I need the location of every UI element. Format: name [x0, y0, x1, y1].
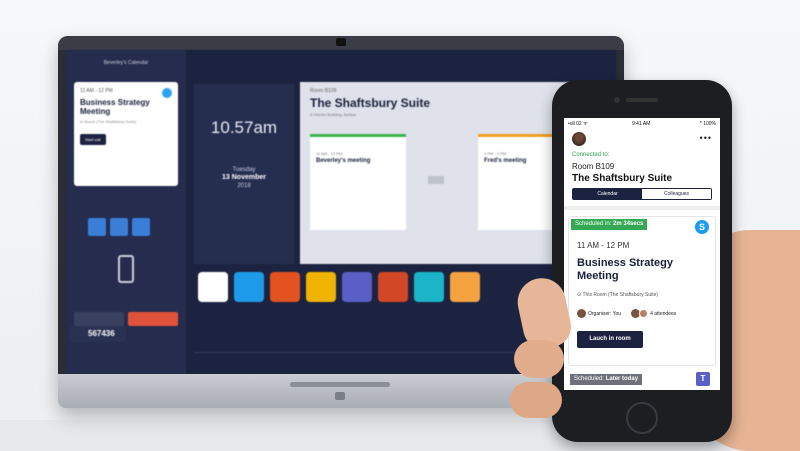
connected-label: Connected to: — [572, 152, 610, 158]
chrome-icon[interactable] — [198, 272, 228, 302]
dropbox-icon[interactable] — [88, 218, 106, 236]
tv-app-dock — [198, 272, 516, 316]
scheduled-badge: Scheduled in: 2m 34secs — [571, 219, 648, 230]
teams-icon[interactable] — [342, 272, 372, 302]
tab-colleagues[interactable]: Colleagues — [642, 189, 711, 199]
meeting-location: ⊙ This Room (The Shaftsbury Suite) — [577, 292, 659, 298]
divider — [564, 206, 720, 210]
tv-clock: 10.57am — [210, 118, 278, 137]
meeting-location-text: This Room (The Shaftsbury Suite) — [582, 292, 659, 298]
phone-camera — [614, 97, 620, 103]
office-icon[interactable] — [270, 272, 300, 302]
skype-icon[interactable] — [234, 272, 264, 302]
attendees-count[interactable]: 4 attendees — [650, 311, 676, 317]
tv-card-location: In Room (The Shaftsbury Suite) — [80, 119, 137, 124]
tv-clock-panel: 10.57am Tuesday 13 November 2018 — [194, 84, 294, 264]
launch-in-room-button[interactable]: Lauch in room — [577, 331, 643, 348]
next-badge-value: Later today — [605, 376, 639, 382]
trello-icon[interactable] — [110, 218, 128, 236]
tv-camera — [336, 38, 346, 46]
tv-card-time: 11 AM - 12 PM — [80, 88, 113, 94]
tv-lock-button[interactable] — [74, 312, 124, 326]
skype-icon: S — [695, 220, 709, 234]
tv-calendar-title: Beverley's Calendar — [103, 60, 149, 66]
phone-screen: •ull 02 ᯤ 9:41 AM * 100% ••• Connected t… — [564, 118, 720, 390]
avatar[interactable] — [572, 132, 586, 146]
whiteboard-icon[interactable] — [306, 272, 336, 302]
battery-status: * 100% — [699, 121, 716, 127]
meeting-title: Business Strategy Meeting — [577, 257, 673, 282]
status-bar: •ull 02 ᯤ 9:41 AM * 100% — [564, 120, 720, 130]
tv-room-subtitle: E-Interim Building, Belfast — [310, 112, 357, 117]
next-badge-prefix: Scheduled: — [574, 376, 606, 382]
tv-meeting-card[interactable]: 11 AM - 12 PM Business Strategy Meeting … — [74, 82, 178, 186]
tv-free-slot — [428, 176, 444, 184]
tv-room-label: Room B109 — [310, 88, 337, 94]
more-options-icon[interactable]: ••• — [700, 133, 712, 143]
organiser-label: Organiser: You — [588, 310, 622, 317]
next-scheduled-badge: Scheduled: Later today — [570, 374, 643, 385]
tv-room-meeting-1[interactable]: 11 AM - 12 PM Beverley's meeting — [310, 134, 406, 230]
tv-base-bar — [290, 382, 390, 387]
smartphone: •ull 02 ᯤ 9:41 AM * 100% ••• Connected t… — [552, 80, 732, 442]
tv-cloud-apps — [88, 218, 168, 236]
tab-calendar[interactable]: Calendar — [573, 189, 642, 199]
tv-year: 2018 — [237, 183, 251, 189]
tv-m1-name: Beverley's meeting — [316, 158, 371, 164]
organiser-avatar — [577, 309, 586, 318]
tv-m1-time: 11 AM - 12 PM — [316, 151, 343, 156]
room-code: Room B109 — [572, 162, 615, 171]
skype-icon — [162, 88, 172, 98]
phone-speaker — [626, 98, 658, 102]
tv-day: Tuesday — [232, 167, 256, 173]
onedrive-icon[interactable] — [132, 218, 150, 236]
tv-power-button[interactable] — [335, 392, 345, 400]
meeting-card[interactable]: Scheduled in: 2m 34secs S 11 AM - 12 PM … — [568, 216, 716, 366]
tv-room-code: 567436 — [70, 326, 126, 342]
meeting-organiser-row: Organiser: You 4 attendees — [577, 309, 676, 318]
phone-icon — [118, 255, 134, 283]
tv-disconnect-button[interactable] — [128, 312, 178, 326]
tv-card-title: Business Strategy Meeting — [80, 98, 150, 116]
app-icon[interactable] — [450, 272, 480, 302]
attendee-avatar — [639, 309, 649, 318]
room-name: The Shaftsbury Suite — [572, 173, 673, 184]
meeting-time: 11 AM - 12 PM — [577, 241, 630, 250]
status-time: 9:41 AM — [632, 121, 651, 127]
screen-share-icon[interactable] — [414, 272, 444, 302]
signal-status: •ull 02 ᯤ — [568, 121, 588, 127]
tv-date: Tuesday 13 November 2018 — [194, 166, 294, 190]
scene: Beverley's Calendar 11 AM - 12 PM Busine… — [0, 0, 800, 451]
badge-prefix: Scheduled in: — [575, 221, 614, 227]
view-tabs: Calendar Colleagues — [572, 188, 712, 200]
tv-date-main: 13 November — [222, 174, 266, 181]
tv-top-bezel — [58, 36, 624, 50]
teams-icon: T — [696, 372, 710, 386]
tv-start-call-button[interactable]: Start call — [80, 134, 106, 145]
badge-countdown: 2m 34secs — [613, 221, 644, 227]
home-button[interactable] — [626, 402, 658, 434]
powerpoint-icon[interactable] — [378, 272, 408, 302]
tv-room-title: The Shaftsbury Suite — [310, 96, 431, 110]
